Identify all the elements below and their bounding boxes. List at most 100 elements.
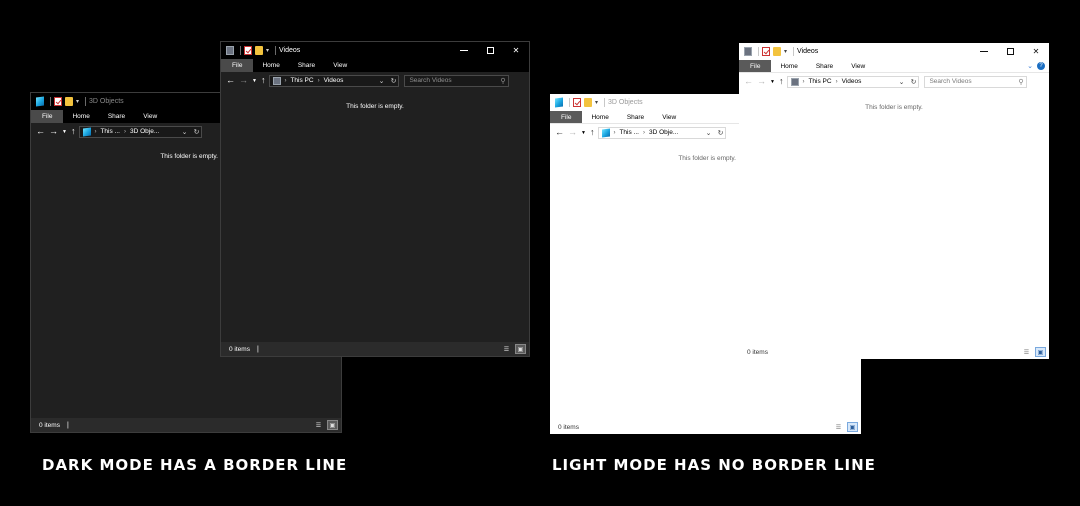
minimize-button[interactable] [971,43,997,60]
breadcrumb-item[interactable]: Videos [842,78,862,85]
breadcrumb-item[interactable]: This ... [619,129,639,136]
customize-toolbar-icon[interactable]: ▾ [784,48,787,55]
forward-arrow-icon[interactable]: → [568,128,577,137]
navigation-bar: ← → ▼ ↑ › This PC › Videos ⌄ ↻ Search Vi… [739,73,1049,90]
properties-icon[interactable] [244,46,252,55]
new-folder-icon[interactable] [584,98,592,107]
maximize-icon [1006,48,1014,55]
large-icons-view-icon[interactable]: ▣ [515,344,526,354]
maximize-button[interactable] [477,42,503,59]
address-bar[interactable]: › This PC › Videos ⌄ ↻ [269,74,400,87]
breadcrumb-item[interactable]: This PC [290,77,313,84]
recent-locations-icon[interactable]: ▼ [770,79,775,85]
close-button[interactable]: ✕ [503,42,529,59]
details-view-icon[interactable]: ☰ [313,420,324,430]
dark-mode-caption: DARK MODE HAS A BORDER LINE [42,456,348,474]
new-folder-icon[interactable] [65,97,73,106]
back-arrow-icon[interactable]: ← [555,128,564,137]
customize-toolbar-icon[interactable]: ▾ [76,98,79,105]
chevron-down-icon[interactable]: ⌄ [379,77,385,85]
tab-file[interactable]: File [739,60,772,72]
recent-locations-icon[interactable]: ▼ [62,129,67,135]
customize-toolbar-icon[interactable]: ▾ [595,99,598,106]
recent-locations-icon[interactable]: ▼ [252,78,257,84]
properties-icon[interactable] [54,97,62,106]
refresh-icon[interactable]: ↻ [391,77,397,85]
address-bar[interactable]: › This PC › Videos ⌄ ↻ [787,75,920,88]
new-folder-icon[interactable] [255,46,263,55]
chevron-down-icon[interactable]: ⌄ [182,128,188,136]
tab-file[interactable]: File [31,110,64,123]
breadcrumb-item[interactable]: This ... [100,128,120,135]
status-bar: 0 items ☰ ▣ [739,345,1049,359]
properties-icon[interactable] [573,98,581,107]
close-button[interactable]: ✕ [1023,43,1049,60]
tab-file[interactable]: File [221,59,254,72]
forward-arrow-icon[interactable]: → [757,77,766,86]
video-folder-icon [744,47,752,56]
tab-home[interactable]: Home [63,110,98,123]
tab-home[interactable]: Home [582,111,617,123]
tab-view[interactable]: View [842,60,874,72]
recent-locations-icon[interactable]: ▼ [581,130,586,136]
address-bar[interactable]: › This ... › 3D Obje... ⌄ ↻ [79,125,203,138]
customize-toolbar-icon[interactable]: ▾ [266,47,269,54]
breadcrumb-item[interactable]: 3D Obje... [649,129,678,136]
up-arrow-icon[interactable]: ↑ [71,127,76,136]
up-arrow-icon[interactable]: ↑ [590,128,595,137]
maximize-button[interactable] [997,43,1023,60]
details-view-icon[interactable]: ☰ [833,422,844,432]
breadcrumb-separator: › [802,78,805,85]
details-view-icon[interactable]: ☰ [501,344,512,354]
properties-icon[interactable] [762,47,770,56]
breadcrumb-separator: › [613,129,616,136]
new-folder-icon[interactable] [773,47,781,56]
light-mode-caption: LIGHT MODE HAS NO BORDER LINE [552,456,876,474]
tab-view[interactable]: View [324,59,356,72]
ribbon-right-controls: ⌄ ? [1027,62,1045,70]
breadcrumb-item[interactable]: This PC [808,78,831,85]
details-view-icon[interactable]: ☰ [1021,347,1032,357]
forward-arrow-icon[interactable]: → [49,127,58,136]
minimize-button[interactable] [451,42,477,59]
large-icons-view-icon[interactable]: ▣ [1035,347,1046,357]
back-arrow-icon[interactable]: ← [36,127,45,136]
title-separator [50,97,51,106]
tab-home[interactable]: Home [253,59,288,72]
refresh-icon[interactable]: ↻ [194,128,200,136]
search-input[interactable]: Search Videos ⚲ [404,74,510,87]
title-bar: ▾ Videos ✕ [221,42,529,59]
breadcrumb-separator: › [835,78,838,85]
tab-view[interactable]: View [134,110,166,123]
search-icon[interactable]: ⚲ [1018,78,1023,86]
back-arrow-icon[interactable]: ← [226,76,235,85]
search-icon[interactable]: ⚲ [500,77,505,85]
tab-home[interactable]: Home [771,60,806,72]
tab-share[interactable]: Share [618,111,653,123]
forward-arrow-icon[interactable]: → [239,76,248,85]
large-icons-view-icon[interactable]: ▣ [847,422,858,432]
chevron-down-icon[interactable]: ⌄ [706,129,712,137]
chevron-down-icon[interactable]: ⌄ [899,78,905,86]
large-icons-view-icon[interactable]: ▣ [327,420,338,430]
back-arrow-icon[interactable]: ← [744,77,753,86]
up-arrow-icon[interactable]: ↑ [261,76,266,85]
tab-share[interactable]: Share [807,60,842,72]
up-arrow-icon[interactable]: ↑ [779,77,784,86]
refresh-icon[interactable]: ↻ [718,129,724,137]
expand-ribbon-icon[interactable]: ⌄ [1027,62,1033,70]
tab-share[interactable]: Share [99,110,134,123]
view-switcher: ☰ ▣ [1021,347,1046,357]
status-bar: 0 items | ☰ ▣ [221,342,529,356]
window-title: Videos [797,48,819,55]
breadcrumb-item[interactable]: 3D Obje... [130,128,159,135]
refresh-icon[interactable]: ↻ [911,78,917,86]
tab-view[interactable]: View [653,111,685,123]
tab-file[interactable]: File [550,111,583,123]
address-bar[interactable]: › This ... › 3D Obje... ⌄ ↻ [598,126,727,139]
search-input[interactable]: Search Videos ⚲ [924,75,1028,88]
tab-share[interactable]: Share [289,59,324,72]
window-controls: ✕ [451,42,529,59]
breadcrumb-item[interactable]: Videos [324,77,344,84]
help-icon[interactable]: ? [1037,62,1045,70]
